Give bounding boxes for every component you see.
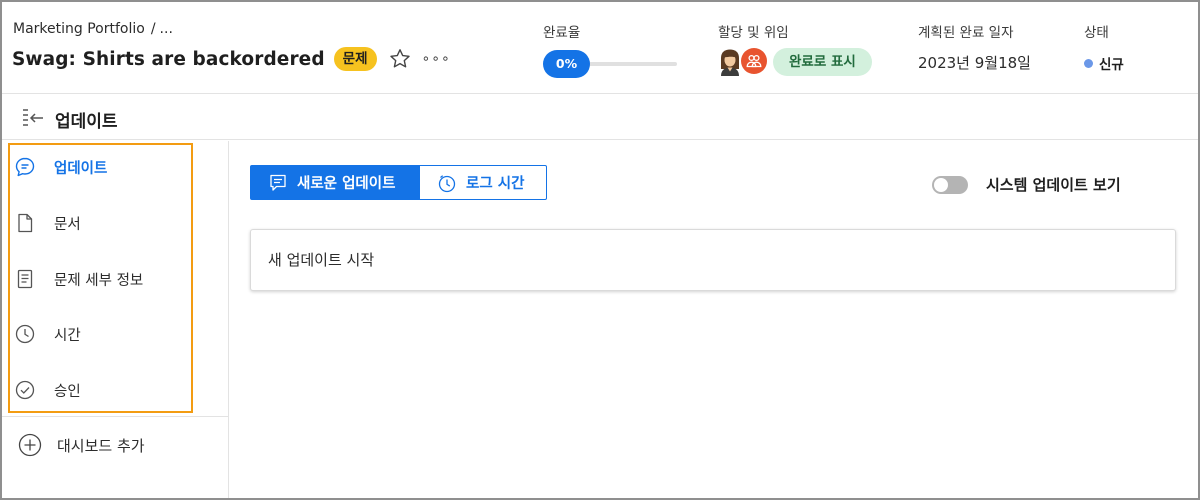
log-time-button[interactable]: 로그 시간 — [420, 165, 547, 200]
section-title: 업데이트 — [55, 112, 118, 132]
breadcrumb-separator: / — [150, 21, 156, 37]
team-avatar-icon[interactable] — [741, 48, 767, 74]
status-value: 신규 — [1099, 57, 1124, 73]
sidebar-item-documents[interactable]: 문서 — [14, 208, 184, 238]
system-updates-toggle[interactable]: 시스템 업데이트 보기 — [932, 174, 1121, 195]
breadcrumb: Marketing Portfolio /... — [13, 21, 173, 37]
sidebar-divider — [2, 416, 228, 417]
sidebar-item-label: 문제 세부 정보 — [54, 272, 144, 289]
user-avatar-icon[interactable] — [718, 48, 742, 76]
due-date-value[interactable]: 2023년 9월18일 — [918, 52, 1031, 73]
sidebar-item-label: 승인 — [54, 383, 81, 400]
progress-value: 0% — [543, 50, 590, 78]
toggle-switch[interactable] — [932, 175, 968, 194]
add-dashboard-label: 대시보드 추가 — [57, 436, 145, 455]
issue-title[interactable]: Swag: Shirts are backordered — [12, 49, 325, 70]
title-row: Swag: Shirts are backordered 문제 ∘∘∘ — [12, 47, 451, 71]
issue-header: Marketing Portfolio /... Swag: Shirts are… — [2, 2, 1198, 94]
log-time-label: 로그 시간 — [466, 176, 525, 192]
more-options-icon[interactable]: ∘∘∘ — [422, 51, 451, 67]
progress-label: 완료율 — [543, 25, 581, 41]
breadcrumb-project[interactable]: Marketing Portfolio — [13, 21, 145, 37]
sidebar-item-label: 문서 — [54, 216, 81, 233]
due-date-label: 계획된 완료 일자 — [918, 25, 1014, 41]
assign-label: 할당 및 위임 — [718, 25, 789, 41]
document-icon — [18, 213, 33, 233]
breadcrumb-more[interactable]: ... — [160, 21, 173, 37]
issue-type-badge: 문제 — [333, 47, 377, 71]
new-update-button[interactable]: 새로운 업데이트 — [250, 165, 420, 200]
plus-circle-icon — [18, 433, 42, 457]
toggle-knob — [934, 177, 948, 192]
status-selector[interactable]: 신규 — [1084, 53, 1124, 73]
new-update-input[interactable] — [250, 229, 1176, 291]
section-bar: 업데이트 — [2, 95, 1198, 140]
comment-icon — [270, 174, 286, 191]
clock-icon — [15, 324, 35, 344]
stopwatch-icon — [438, 174, 456, 192]
chat-bubble-icon — [15, 157, 35, 177]
sidebar-item-issue-details[interactable]: 문제 세부 정보 — [14, 264, 184, 294]
new-update-label: 새로운 업데이트 — [297, 176, 396, 192]
mark-done-button[interactable]: 완료로 표시 — [773, 48, 872, 76]
progress-indicator: 0% — [543, 50, 679, 78]
sidebar-item-time[interactable]: 시간 — [14, 319, 184, 349]
add-dashboard-button[interactable]: 대시보드 추가 — [18, 430, 145, 460]
status-dot-icon — [1084, 58, 1093, 68]
sidebar-item-label: 시간 — [54, 327, 81, 344]
app-window: Marketing Portfolio /... Swag: Shirts are… — [0, 0, 1200, 500]
sidebar-item-label: 업데이트 — [54, 160, 108, 177]
details-icon — [17, 269, 33, 289]
check-circle-icon — [15, 380, 35, 400]
status-label: 상태 — [1084, 25, 1109, 41]
updates-panel: 새로운 업데이트 로그 시간 시스템 업데이트 보기 — [230, 141, 1198, 498]
left-sidebar: 업데이트 문서 문제 세부 정보 시간 승인 대시보드 추가 — [2, 141, 229, 498]
sidebar-item-updates[interactable]: 업데이트 — [14, 152, 184, 182]
sidebar-item-approvals[interactable]: 승인 — [14, 375, 184, 405]
update-mode-switch: 새로운 업데이트 로그 시간 — [250, 165, 547, 200]
system-updates-label: 시스템 업데이트 보기 — [986, 176, 1121, 194]
collapse-panel-icon[interactable] — [21, 107, 45, 129]
star-icon[interactable] — [388, 47, 412, 71]
